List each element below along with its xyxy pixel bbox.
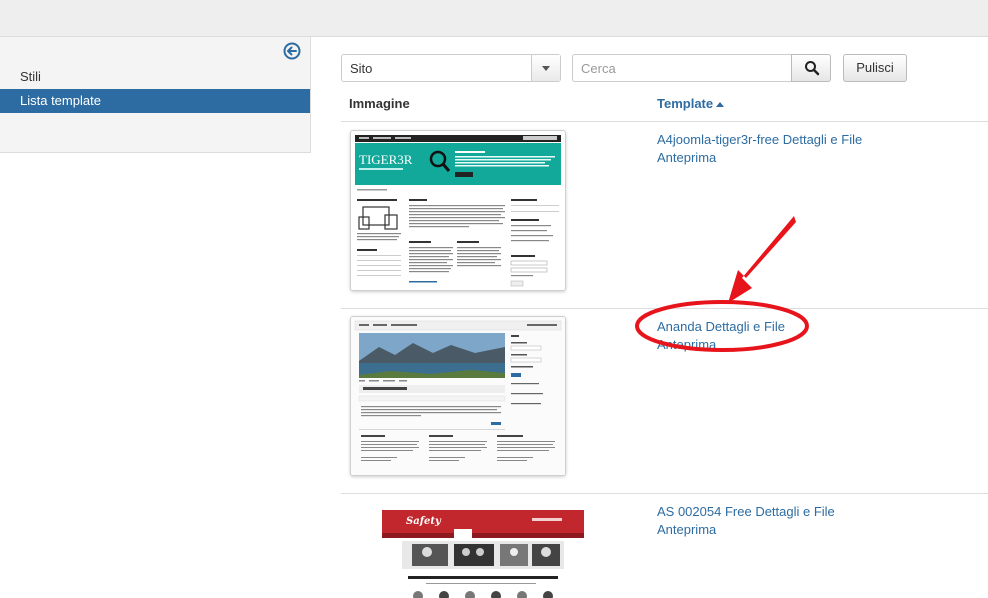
column-header-template[interactable]: Template	[657, 96, 725, 111]
thumbnail-image: Safety	[382, 510, 584, 598]
annotation-arrow	[728, 216, 796, 303]
template-name-link[interactable]: A4joomla-tiger3r-free	[657, 132, 779, 147]
template-thumbnail-as002054[interactable]: Safety	[382, 510, 584, 598]
table-divider	[341, 493, 988, 494]
preview-link[interactable]: Anteprima	[657, 337, 716, 352]
chevron-down-icon[interactable]	[531, 55, 560, 81]
search-icon	[805, 61, 820, 76]
template-name-link[interactable]: Ananda	[657, 319, 702, 334]
template-name-link[interactable]: AS 002054 Free	[657, 504, 752, 519]
client-select[interactable]: Sito	[341, 54, 561, 82]
preview-link[interactable]: Anteprima	[657, 150, 716, 165]
template-thumbnail-ananda[interactable]	[350, 316, 566, 476]
column-header-image: Immagine	[349, 96, 410, 111]
column-header-template-label: Template	[657, 96, 714, 111]
client-select-value: Sito	[350, 61, 373, 76]
search-input[interactable]	[572, 54, 791, 82]
sidebar: Stili Lista template	[0, 37, 311, 153]
template-row-links: A4joomla-tiger3r-free Dettagli e File An…	[657, 131, 862, 167]
template-thumbnail-tiger3r[interactable]: TIGER3R	[350, 130, 566, 291]
thumbnail-image: TIGER3R	[351, 131, 565, 290]
table-divider	[341, 121, 988, 122]
collapse-sidebar-icon[interactable]	[283, 42, 301, 60]
sidebar-item-styles[interactable]: Stili	[0, 65, 310, 89]
details-link[interactable]: Dettagli e File	[783, 132, 862, 147]
details-link[interactable]: Dettagli e File	[755, 504, 834, 519]
search-button[interactable]	[791, 54, 831, 82]
table-divider	[341, 308, 988, 309]
svg-text:Safety: Safety	[406, 516, 442, 527]
top-toolbar	[0, 0, 988, 37]
thumbnail-image	[351, 317, 565, 475]
sidebar-item-template-list[interactable]: Lista template	[0, 89, 310, 113]
clear-button[interactable]: Pulisci	[843, 54, 907, 82]
sort-ascending-icon	[716, 102, 725, 108]
svg-text:TIGER3R: TIGER3R	[359, 152, 413, 167]
preview-link[interactable]: Anteprima	[657, 522, 716, 537]
template-row-links: AS 002054 Free Dettagli e File Anteprima	[657, 503, 835, 539]
details-link[interactable]: Dettagli e File	[705, 319, 784, 334]
template-row-links: Ananda Dettagli e File Anteprima	[657, 318, 785, 354]
